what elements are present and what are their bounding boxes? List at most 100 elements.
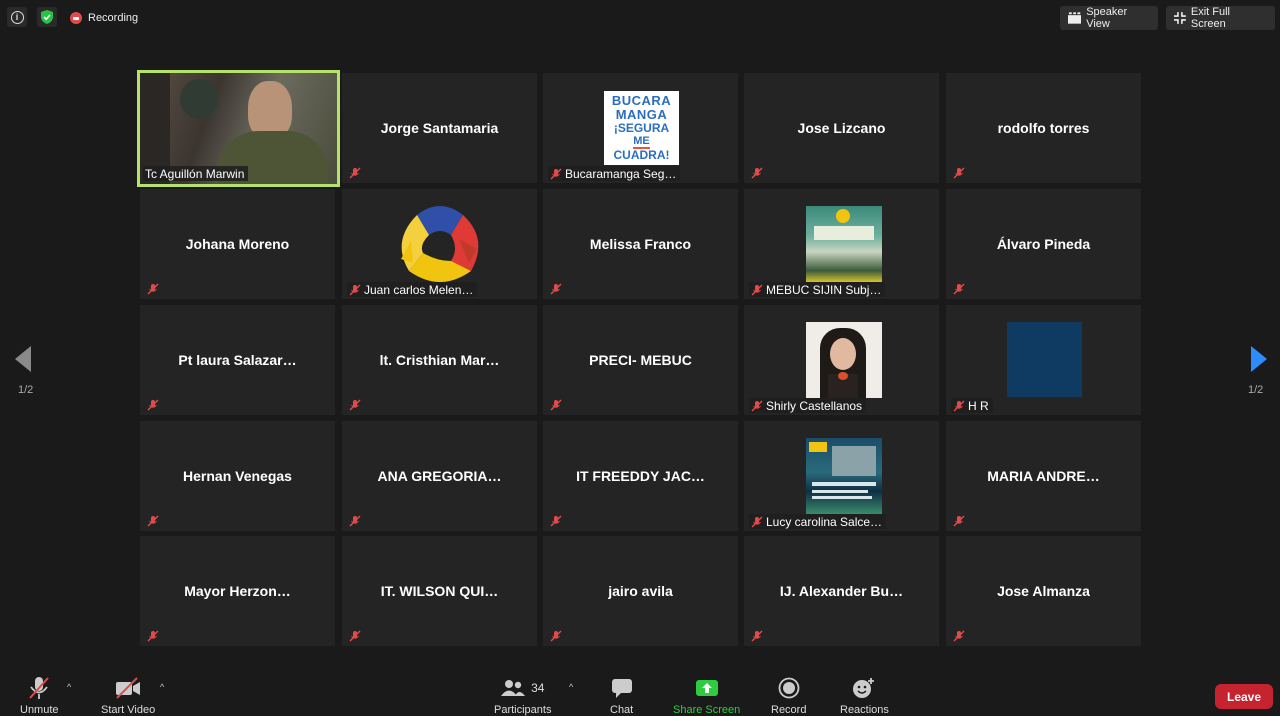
- meeting-info-button[interactable]: i: [7, 7, 27, 27]
- participant-name: PRECI- MEBUC: [589, 352, 692, 368]
- participant-name: lt. Cristhian Mar…: [379, 352, 500, 368]
- exit-fullscreen-label: Exit Full Screen: [1190, 6, 1230, 30]
- participant-name-label: Shirly Castellanos: [749, 398, 867, 413]
- participants-icon: [501, 680, 526, 696]
- muted-mic-icon: [550, 283, 562, 295]
- muted-mic-icon: [147, 283, 159, 295]
- participants-button[interactable]: 34 Participants: [494, 676, 551, 716]
- exit-fullscreen-button[interactable]: Exit Full Screen: [1166, 6, 1275, 30]
- participant-tile[interactable]: Hernan Venegas: [140, 421, 335, 531]
- participant-tile[interactable]: Álvaro Pineda: [946, 189, 1141, 299]
- muted-mic-icon: [550, 630, 562, 642]
- participant-tile[interactable]: MARIA ANDRE…: [946, 421, 1141, 531]
- participant-name: Johana Moreno: [185, 236, 290, 252]
- share-screen-icon: [695, 680, 718, 696]
- participant-tile[interactable]: IT. WILSON QUI…: [342, 536, 537, 646]
- participant-tile[interactable]: Jose Almanza: [946, 536, 1141, 646]
- start-video-label: Start Video: [101, 704, 156, 716]
- speaker-view-button[interactable]: Speaker View: [1060, 6, 1158, 30]
- participant-tile[interactable]: lt. Cristhian Mar…: [342, 305, 537, 415]
- speaker-view-icon: [1068, 12, 1082, 24]
- muted-mic-icon: [550, 515, 562, 527]
- security-button[interactable]: [37, 7, 57, 27]
- record-button[interactable]: Record: [771, 676, 806, 716]
- participant-tile[interactable]: Tc Aguillón Marwin: [137, 70, 340, 187]
- muted-mic-icon: [751, 400, 763, 411]
- profile-photo: [806, 322, 882, 398]
- participant-tile[interactable]: Shirly Castellanos: [744, 305, 939, 415]
- record-icon: [778, 677, 800, 699]
- participant-tile[interactable]: Jose Lizcano: [744, 73, 939, 183]
- participant-name: Jose Almanza: [997, 583, 1090, 599]
- participant-name-label: MEBUC SIJIN Subj…: [749, 282, 886, 297]
- bucaramanga-logo: BUCARA MANGA ¡SEGURA ME CUADRA!: [604, 91, 679, 165]
- muted-mic-icon: [751, 284, 763, 295]
- muted-mic-icon: [953, 283, 965, 295]
- participant-tile[interactable]: Jorge Santamaria: [342, 73, 537, 183]
- participant-tile[interactable]: Pt laura Salazar…: [140, 305, 335, 415]
- participant-tile[interactable]: rodolfo torres: [946, 73, 1141, 183]
- page-indicator-left: 1/2: [18, 384, 34, 396]
- participant-tile[interactable]: Mayor Herzon…: [140, 536, 335, 646]
- reactions-button[interactable]: Reactions: [840, 676, 889, 716]
- muted-mic-icon: [953, 400, 965, 411]
- participant-tile[interactable]: IJ. Alexander Bu…: [744, 536, 939, 646]
- participant-tile[interactable]: ANA GREGORIA…: [342, 421, 537, 531]
- chat-button[interactable]: Chat: [610, 676, 633, 716]
- recording-indicator[interactable]: Recording: [66, 8, 142, 28]
- participant-tile[interactable]: jairo avila: [543, 536, 738, 646]
- muted-mic-icon: [147, 515, 159, 527]
- participant-name: rodolfo torres: [997, 120, 1090, 136]
- previous-page-arrow-icon[interactable]: [15, 346, 33, 372]
- participant-tile[interactable]: PRECI- MEBUC: [543, 305, 738, 415]
- muted-mic-icon: [953, 515, 965, 527]
- share-screen-button[interactable]: Share Screen: [673, 676, 740, 716]
- participant-tile[interactable]: IT FREEDDY JAC…: [543, 421, 738, 531]
- muted-mic-icon: [349, 630, 361, 642]
- start-video-button[interactable]: Start Video: [101, 676, 155, 716]
- participant-tile[interactable]: Melissa Franco: [543, 189, 738, 299]
- video-options-caret-icon[interactable]: ^: [160, 682, 164, 692]
- participant-name: Mayor Herzon…: [184, 583, 291, 599]
- muted-mic-icon: [953, 630, 965, 642]
- next-page-arrow-icon[interactable]: [1249, 346, 1267, 372]
- participant-tile[interactable]: Johana Moreno: [140, 189, 335, 299]
- participants-count: 34: [531, 681, 545, 695]
- participant-name: IJ. Alexander Bu…: [779, 583, 904, 599]
- muted-microphone-icon: [29, 677, 50, 699]
- participant-name: Jose Lizcano: [797, 120, 886, 136]
- participants-options-caret-icon[interactable]: ^: [569, 682, 573, 692]
- muted-mic-icon: [751, 630, 763, 642]
- participant-tile[interactable]: Lucy carolina Salce…: [744, 421, 939, 531]
- unmute-button[interactable]: Unmute: [20, 676, 59, 716]
- chat-icon: [611, 679, 632, 698]
- muted-mic-icon: [147, 399, 159, 411]
- participant-name-label: Bucaramanga Seg…: [548, 166, 681, 181]
- participants-label: Participants: [494, 704, 552, 716]
- participant-tile[interactable]: BUCARA MANGA ¡SEGURA ME CUADRA! Bucarama…: [543, 73, 738, 183]
- avatar-square: [1007, 322, 1082, 397]
- chat-label: Chat: [610, 704, 634, 716]
- audio-options-caret-icon[interactable]: ^: [67, 682, 71, 692]
- participant-tile[interactable]: MEBUC SIJIN Subj…: [744, 189, 939, 299]
- muted-mic-icon: [349, 284, 361, 295]
- muted-mic-icon: [953, 167, 965, 179]
- muted-mic-icon: [147, 630, 159, 642]
- participant-tile[interactable]: Juan carlos Melen…: [342, 189, 537, 299]
- reactions-label: Reactions: [840, 704, 889, 716]
- police-poster: [806, 206, 882, 282]
- participant-gallery: Tc Aguillón Marwin Jorge Santamaria BUCA…: [137, 70, 1141, 646]
- participant-name: ANA GREGORIA…: [377, 468, 502, 484]
- unmute-label: Unmute: [20, 704, 59, 716]
- participant-name: IT. WILSON QUI…: [380, 583, 499, 599]
- page-indicator-right: 1/2: [1248, 384, 1264, 396]
- hands-logo: [401, 206, 479, 282]
- participant-name: IT FREEDDY JAC…: [576, 468, 705, 484]
- muted-mic-icon: [349, 399, 361, 411]
- participant-name-label: H R: [951, 398, 993, 413]
- reactions-icon: [853, 678, 875, 698]
- leave-button[interactable]: Leave: [1215, 684, 1273, 709]
- muted-mic-icon: [349, 515, 361, 527]
- share-screen-label: Share Screen: [673, 704, 741, 716]
- participant-tile[interactable]: H R: [946, 305, 1141, 415]
